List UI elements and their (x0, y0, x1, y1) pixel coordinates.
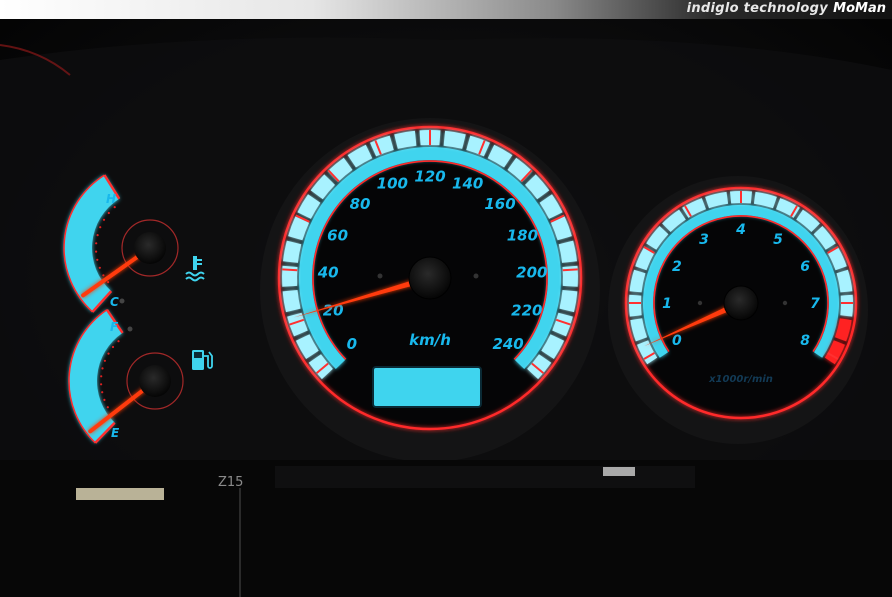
tachometer-unit: x1000r/min (708, 374, 773, 385)
speedometer-label: 180 (507, 226, 538, 244)
speedometer-screw-right (473, 273, 479, 279)
fuel-scale-dot (107, 352, 110, 355)
fuel-hub (139, 365, 171, 397)
tachometer-label: 4 (735, 222, 746, 238)
temperature-low-label: C (110, 295, 119, 309)
speedometer-label: 60 (327, 226, 348, 244)
tachometer-ring-segment (628, 294, 642, 317)
speedometer-screw-left (377, 273, 383, 279)
fuel-empty-label: E (111, 426, 120, 440)
speedometer-label: 200 (516, 264, 547, 282)
speedometer-label: 220 (511, 302, 542, 320)
fuel-scale-dot (103, 359, 106, 362)
tachometer-label: 3 (699, 232, 709, 248)
temperature-screw (119, 298, 125, 304)
speedometer-major-tick (562, 268, 578, 272)
tape-strip (76, 488, 164, 500)
tachometer-label: 0 (672, 333, 682, 349)
dashboard-scene: Z15 020406080100 120 140160180200220240 km… (0, 19, 892, 597)
fuel-full-label: F (110, 320, 119, 334)
temperature-scale-dot (113, 206, 116, 209)
fuel-scale-dot (101, 367, 104, 370)
top-banner: indiglo technology MoMan (0, 0, 892, 19)
odometer-display (372, 366, 482, 408)
temperature-hub (134, 232, 166, 264)
speedometer-hub (408, 256, 452, 300)
temperature-scale-dot (96, 234, 99, 237)
fuel-scale-dot (111, 345, 115, 349)
speedometer-label: 120 (414, 167, 445, 185)
fuel-screw (127, 326, 133, 332)
speedometer-major-tick (282, 268, 298, 272)
speedometer-label: 40 (317, 264, 339, 282)
tachometer-ring-segment (840, 294, 854, 317)
tachometer-label: 5 (773, 232, 783, 248)
tachometer-label: 6 (800, 259, 810, 275)
temperature-scale-dot (102, 274, 105, 277)
speedometer-label: 80 (350, 195, 371, 213)
tachometer-screw-right (782, 300, 788, 306)
temperature-scale-dot (102, 218, 106, 221)
temperature-scale-dot (99, 226, 102, 229)
fuel-scale-dot (100, 383, 103, 386)
panel-code: Z15 (218, 475, 243, 490)
fuel-scale-dot (106, 406, 109, 409)
speedometer-label: 100 (377, 175, 408, 193)
tachometer-hub (723, 285, 759, 321)
tachometer-screw-left (697, 300, 703, 306)
speedometer-label: 140 (452, 175, 483, 193)
fuel-scale-dot (100, 375, 103, 378)
temperature-scale-dot (107, 211, 110, 215)
tachometer-label: 2 (672, 259, 682, 275)
tachometer-label: 7 (810, 296, 820, 312)
tachometer-label: 1 (662, 296, 672, 312)
banner-text: indiglo technology (686, 1, 828, 16)
banner-brand: MoMan (833, 1, 886, 16)
temperature-scale-dot (98, 266, 101, 269)
speedometer: 020406080100 120 140160180200220240 km/h (277, 125, 583, 431)
instrument-cluster-photo: indiglo technology MoMan Z15 0 20 40 60 … (0, 0, 892, 597)
speedometer-label: 240 (492, 335, 523, 353)
fuel-scale-dot (103, 398, 106, 401)
tachometer: 0 1 2 3 4 5 6 7 8 x1000r/min (624, 186, 858, 420)
temperature-scale-dot (96, 258, 99, 261)
temperature-scale-dot (107, 281, 110, 284)
speedometer-label: 160 (484, 195, 515, 213)
fuel-scale-dot (101, 391, 104, 394)
speedometer-label: 0 (347, 335, 357, 353)
connector-clip (603, 467, 635, 476)
fuel-scale-dot (117, 340, 120, 343)
temperature-high-label: H (106, 192, 116, 206)
tachometer-label: 8 (800, 333, 810, 349)
temperature-scale-dot (95, 242, 98, 245)
temperature-scale-dot (95, 250, 98, 253)
speedometer-unit: km/h (409, 331, 451, 349)
